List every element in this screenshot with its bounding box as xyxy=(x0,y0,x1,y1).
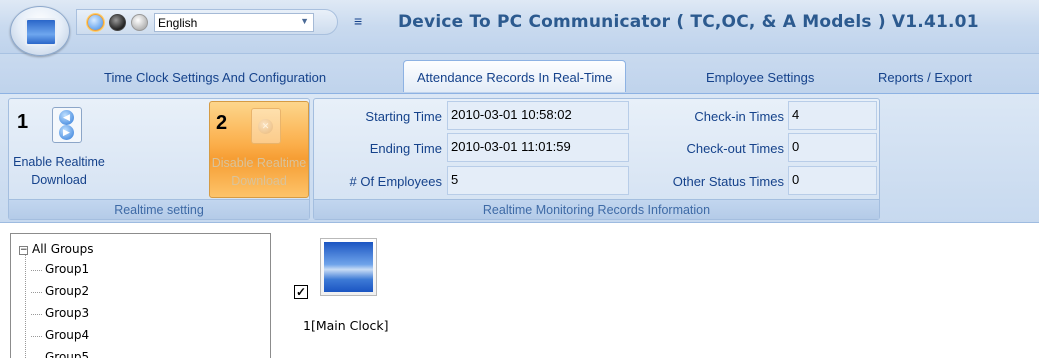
ending-time-value: 2010-03-01 11:01:59 xyxy=(447,133,629,162)
tab-attendance-records[interactable]: Attendance Records In Real-Time xyxy=(403,60,627,92)
checkout-times-value: 0 xyxy=(788,133,877,162)
group-tree: − All Groups Group1 Group2 Group3 Group4 … xyxy=(10,233,271,358)
disable-button-label: Disable Realtime Download xyxy=(210,154,308,190)
checkin-times-label: Check-in Times xyxy=(694,109,784,124)
disable-realtime-download-button[interactable]: 2 ✕ Disable Realtime Download xyxy=(209,101,309,198)
disable-label-line2: Download xyxy=(231,174,287,188)
tab-time-clock-settings[interactable]: Time Clock Settings And Configuration xyxy=(104,60,326,92)
starting-time-value: 2010-03-01 10:58:02 xyxy=(447,101,629,130)
checkin-times-value: 4 xyxy=(788,101,877,130)
tree-connector xyxy=(25,254,26,358)
disable-button-number: 2 xyxy=(216,112,228,134)
title-bar: English ▼ ≡ Device To PC Communicator ( … xyxy=(0,0,1039,54)
monitoring-records-group: Starting Time 2010-03-01 10:58:02 Ending… xyxy=(313,98,880,220)
other-status-times-value: 0 xyxy=(788,166,877,195)
device-list: ✓ 1[Main Clock] xyxy=(275,233,1039,358)
window-title: Device To PC Communicator ( TC,OC, & A M… xyxy=(398,12,979,32)
tree-item-group2[interactable]: Group2 xyxy=(30,284,89,298)
employees-count-label: # Of Employees xyxy=(349,174,443,189)
silver-theme-icon[interactable] xyxy=(131,14,148,31)
arrow-left-icon: ◀ xyxy=(59,110,74,125)
ribbon-tabs: Time Clock Settings And Configuration At… xyxy=(0,54,1039,94)
cancel-icon: ✕ xyxy=(258,119,273,134)
customize-toolbar-icon[interactable]: ≡ xyxy=(354,13,362,29)
starting-time-label: Starting Time xyxy=(365,109,442,124)
tree-item-group3[interactable]: Group3 xyxy=(30,306,89,320)
device-label[interactable]: 1[Main Clock] xyxy=(303,318,388,333)
device-checkbox[interactable]: ✓ xyxy=(294,285,308,299)
language-select[interactable]: English ▼ xyxy=(154,13,314,32)
tree-item-group4[interactable]: Group4 xyxy=(30,328,89,342)
realtime-setting-caption: Realtime setting xyxy=(9,199,309,219)
arrow-right-icon: ▶ xyxy=(59,125,74,140)
other-status-times-label: Other Status Times xyxy=(672,174,784,189)
enable-realtime-download-button[interactable]: 1 ◀ ▶ Enable Realtime Download xyxy=(11,101,107,198)
tab-reports-export[interactable]: Reports / Export xyxy=(878,60,972,92)
enable-label-line2: Download xyxy=(31,173,87,187)
time-clock-device-icon[interactable] xyxy=(320,238,377,296)
black-theme-icon[interactable] xyxy=(109,14,126,31)
disable-label-line1: Disable Realtime xyxy=(211,156,307,170)
employees-count-value: 5 xyxy=(447,166,629,195)
realtime-setting-group: 1 ◀ ▶ Enable Realtime Download 2 ✕ Disab… xyxy=(8,98,310,220)
tree-root-all-groups[interactable]: − All Groups xyxy=(19,242,93,256)
realtime-enable-icon: ◀ ▶ xyxy=(52,107,82,143)
language-select-value: English xyxy=(158,16,198,30)
enable-button-number: 1 xyxy=(17,111,29,133)
tab-employee-settings[interactable]: Employee Settings xyxy=(706,60,814,92)
tree-item-group5[interactable]: Group5 xyxy=(45,350,89,358)
app-logo-icon xyxy=(25,18,57,46)
enable-label-line1: Enable Realtime xyxy=(13,155,105,169)
tree-root-label: All Groups xyxy=(32,242,94,256)
realtime-disable-icon: ✕ xyxy=(251,108,281,144)
checkout-times-label: Check-out Times xyxy=(686,141,784,156)
ending-time-label: Ending Time xyxy=(369,141,442,156)
blue-theme-icon[interactable] xyxy=(87,14,104,31)
enable-button-label: Enable Realtime Download xyxy=(11,153,107,189)
tree-item-group1[interactable]: Group1 xyxy=(30,262,89,276)
chevron-down-icon: ▼ xyxy=(300,16,309,26)
device-screen-icon xyxy=(324,242,373,292)
application-menu-button[interactable] xyxy=(10,6,70,56)
collapse-icon[interactable]: − xyxy=(19,246,28,255)
quick-access-toolbar: English ▼ xyxy=(76,9,338,35)
ribbon-panel: 1 ◀ ▶ Enable Realtime Download 2 ✕ Disab… xyxy=(0,93,1039,223)
monitoring-records-caption: Realtime Monitoring Records Information xyxy=(314,199,879,219)
